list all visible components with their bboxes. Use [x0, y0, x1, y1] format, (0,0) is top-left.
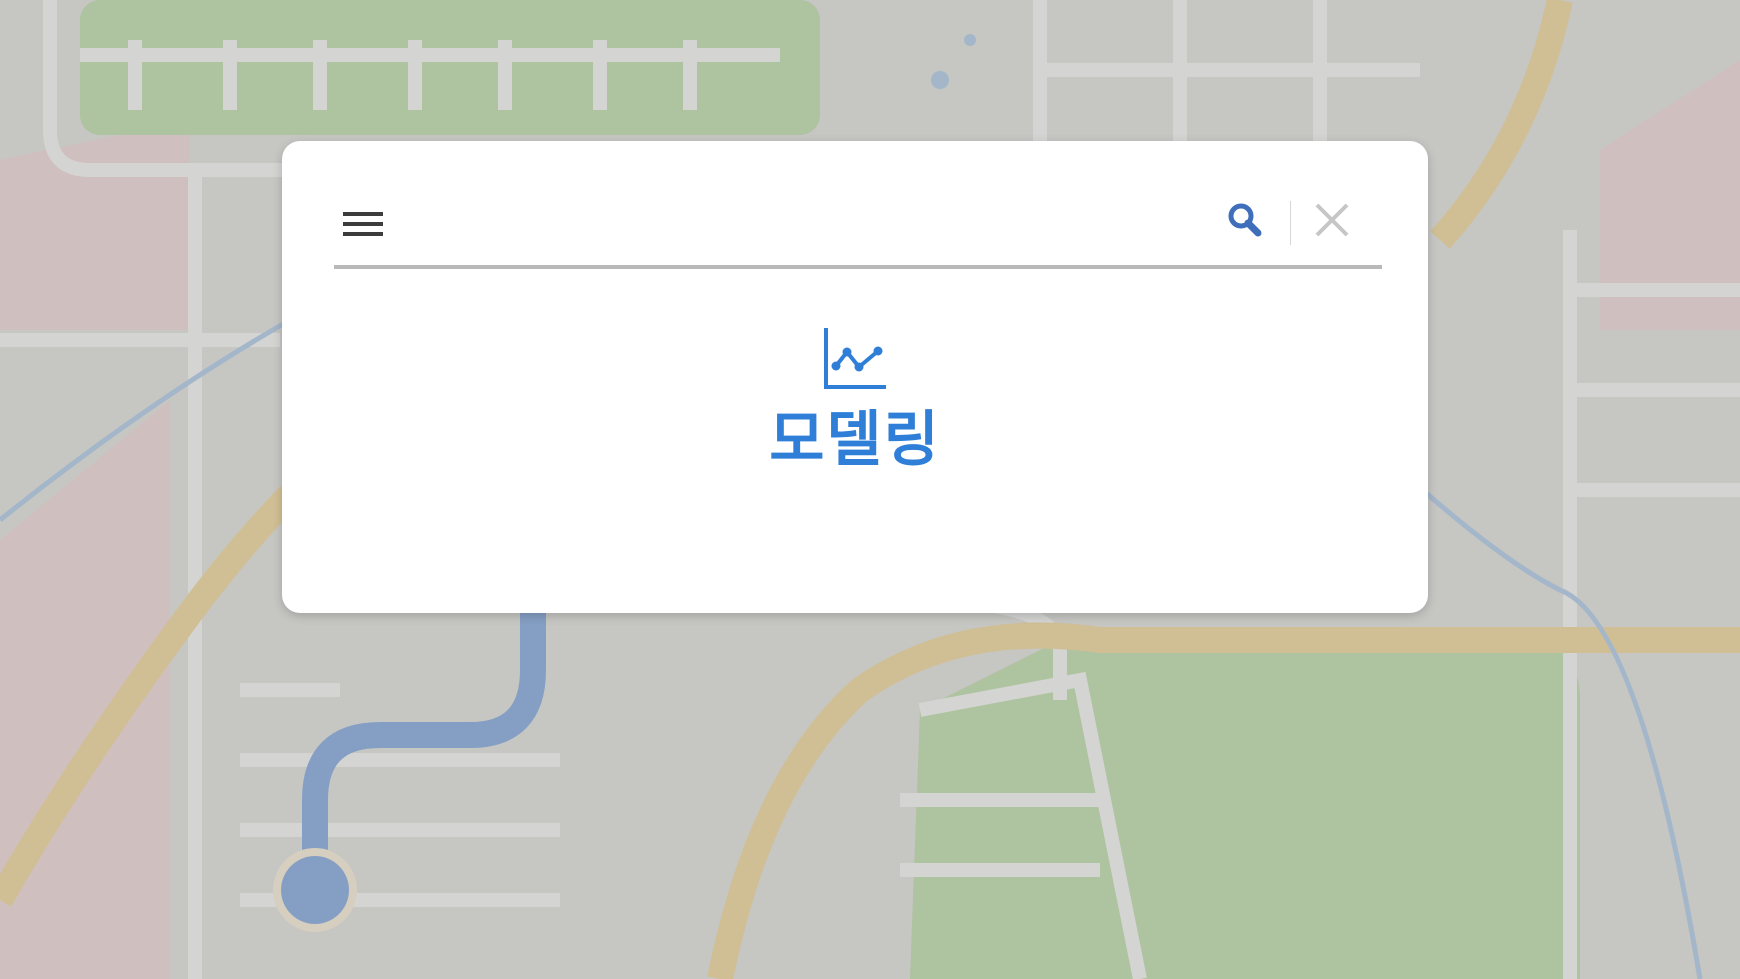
menu-icon-line [343, 212, 383, 216]
search-button[interactable] [1224, 199, 1268, 243]
clear-search-button[interactable] [1308, 199, 1358, 245]
menu-icon-line [343, 232, 383, 236]
hamburger-menu-icon [343, 209, 383, 239]
modeling-label: 모델링 [769, 405, 941, 475]
search-input[interactable] [414, 201, 1238, 247]
route-start-marker[interactable] [281, 856, 349, 924]
line-chart-icon [824, 328, 886, 389]
close-x-icon [1315, 203, 1349, 237]
map-stage: 모델링 [0, 0, 1740, 979]
menu-button[interactable] [334, 196, 392, 252]
toolbar-divider [1290, 201, 1291, 245]
search-panel: 모델링 [282, 141, 1428, 613]
map-park [80, 0, 820, 135]
menu-icon-line [343, 222, 383, 226]
search-input-underline [334, 265, 1382, 269]
magnifier-icon [1228, 203, 1262, 237]
map-pond [931, 71, 949, 89]
modeling-feature-button[interactable]: 모델링 [682, 326, 1028, 516]
map-pond [964, 34, 976, 46]
